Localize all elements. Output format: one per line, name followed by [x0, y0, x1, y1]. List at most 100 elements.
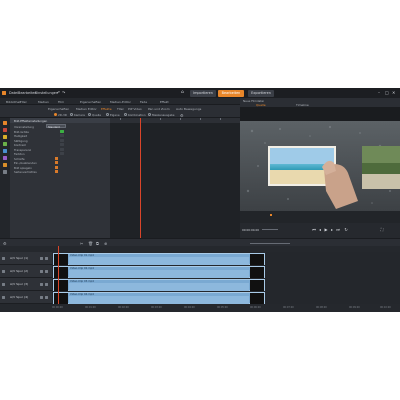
- toolbar-film[interactable]: Film: [58, 100, 64, 104]
- more-tools-icon[interactable]: [3, 170, 7, 174]
- audio-tool-icon[interactable]: [3, 149, 7, 153]
- track-lock-icon[interactable]: [2, 269, 5, 273]
- skip-back-icon[interactable]: ⏮: [312, 228, 316, 232]
- track-lock-icon[interactable]: [2, 295, 5, 299]
- toolbar-media[interactable]: Medien: [38, 100, 49, 104]
- toolbar-media-editor[interactable]: Medien-Editor: [110, 100, 131, 104]
- track-visibility-icon[interactable]: [40, 295, 43, 299]
- subtab-auto-motion[interactable]: Auto Bewegungs: [176, 107, 201, 111]
- toolbar-properties[interactable]: Eigenschaften: [80, 100, 101, 104]
- color-tool-icon[interactable]: [3, 128, 7, 132]
- step-back-icon[interactable]: ◂: [318, 228, 322, 232]
- radio-camera[interactable]: [70, 113, 73, 117]
- radio-source[interactable]: [88, 113, 91, 117]
- track-visibility-icon[interactable]: [40, 269, 43, 273]
- preview-title: Neue Filmdatei: [243, 98, 264, 103]
- preset-dropdown[interactable]: Standard: [46, 124, 66, 129]
- toolbar-effect[interactable]: Effekt: [160, 100, 169, 104]
- home-icon[interactable]: ⌂: [181, 90, 184, 95]
- subtab-pip-video[interactable]: PiP Video: [128, 107, 142, 111]
- crop-tool-icon[interactable]: [3, 142, 7, 146]
- toolbar-library[interactable]: Bibliothek: [6, 100, 21, 104]
- track-audio-icon[interactable]: [45, 256, 48, 260]
- clip-thumbnail-end: [250, 266, 264, 278]
- toolbar-title[interactable]: Titel: [20, 100, 26, 104]
- menu-file[interactable]: Datei: [9, 91, 18, 95]
- brightness-tool-icon[interactable]: [3, 135, 7, 139]
- transition-tool-icon[interactable]: [3, 163, 7, 167]
- subtab-pan-zoom[interactable]: Pan und Zoom: [148, 107, 170, 111]
- aspect-ratio-checkbox[interactable]: [55, 170, 58, 173]
- razor-icon[interactable]: ✂: [80, 241, 83, 246]
- subtab-title[interactable]: Titel: [117, 107, 123, 111]
- radio-mask-output[interactable]: [148, 113, 151, 117]
- undo-icon[interactable]: ↶: [57, 90, 60, 95]
- menu-edit[interactable]: Bearbeiten: [18, 91, 37, 95]
- timeline-settings-icon[interactable]: ⚙: [3, 241, 7, 246]
- radio-2d-3d[interactable]: [54, 113, 57, 117]
- redo-icon[interactable]: ↷: [62, 90, 65, 95]
- track-name: A/V Spur (3): [10, 282, 29, 286]
- timeline-clip[interactable]: Video-Clip 03.mp4: [53, 278, 265, 291]
- loop-icon[interactable]: ↻: [344, 228, 348, 232]
- effects-tool-icon[interactable]: [3, 121, 7, 125]
- saturation-slider[interactable]: [60, 138, 64, 142]
- fullscreen-icon[interactable]: ⛶: [380, 228, 384, 232]
- tab-import[interactable]: Importieren: [190, 89, 216, 97]
- track-visibility-icon[interactable]: [40, 256, 43, 260]
- tab-edit[interactable]: Bearbeiten: [218, 89, 244, 97]
- brightness-slider[interactable]: [60, 134, 64, 137]
- skip-forward-icon[interactable]: ⏭: [336, 228, 340, 232]
- keyframe-ruler[interactable]: [110, 118, 240, 123]
- mirror-checkbox[interactable]: [55, 165, 58, 169]
- subtab-effects[interactable]: Effekte: [101, 107, 112, 111]
- tab-export[interactable]: Exportieren: [248, 89, 274, 97]
- track-audio-icon[interactable]: [45, 269, 48, 273]
- track-lock-icon[interactable]: [2, 256, 5, 260]
- timeline-bottom-ruler[interactable]: 00:00:00 00:01:00 00:02:00 00:03:00 00:0…: [0, 304, 400, 312]
- play-icon[interactable]: ▶: [324, 228, 328, 232]
- subtab-media-editor[interactable]: Medien Editor: [76, 107, 97, 111]
- contrast-slider[interactable]: [60, 143, 64, 146]
- track-audio-icon[interactable]: [45, 282, 48, 286]
- timeline-playhead[interactable]: [58, 246, 59, 304]
- radio-combination[interactable]: [124, 113, 127, 117]
- maximize-icon[interactable]: □: [385, 90, 389, 95]
- timeline-clip[interactable]: Video-Clip 04.mp4: [53, 291, 265, 304]
- clip-label: Video-Clip 03.mp4: [70, 280, 94, 283]
- keyframe-playhead[interactable]: [140, 118, 141, 238]
- image-size-slider[interactable]: [60, 129, 64, 133]
- settings-gear-icon[interactable]: ⚙: [180, 113, 184, 118]
- close-icon[interactable]: ✕: [392, 90, 395, 95]
- hue-slider[interactable]: [60, 152, 64, 155]
- sharpness-checkbox[interactable]: [55, 156, 58, 160]
- clip-label: Video-Clip 01.mp4: [70, 254, 94, 257]
- delete-icon[interactable]: 🗑: [88, 241, 93, 246]
- snap-icon[interactable]: ⧉: [96, 241, 99, 246]
- option-2d-3d-label: 2D-3D: [58, 113, 67, 118]
- zoom-icon[interactable]: ⊕: [104, 241, 107, 246]
- preview-ruler[interactable]: [240, 211, 400, 223]
- ruler-label: 00:10:00: [380, 305, 391, 309]
- menu-settings[interactable]: Einstellungen: [35, 91, 58, 95]
- track-visibility-icon[interactable]: [40, 282, 43, 286]
- toolbar-fade[interactable]: Fade: [140, 100, 147, 104]
- fade-checkbox[interactable]: [55, 161, 58, 164]
- subtab-properties[interactable]: Eigenschaften: [48, 107, 69, 111]
- minimize-icon[interactable]: –: [378, 90, 380, 95]
- transparency-slider[interactable]: [60, 147, 64, 151]
- track-lock-icon[interactable]: [2, 282, 5, 286]
- volume-slider[interactable]: [262, 229, 278, 230]
- settings-row-label: Transparenz: [14, 147, 31, 152]
- keyframe-area[interactable]: [110, 118, 240, 238]
- timeline-clip[interactable]: Video-Clip 01.mp4: [53, 252, 265, 265]
- step-forward-icon[interactable]: ▸: [330, 228, 334, 232]
- radio-custom[interactable]: [106, 113, 109, 117]
- track-audio-icon[interactable]: [45, 295, 48, 299]
- track-name: A/V Spur (4): [10, 295, 29, 299]
- settings-row-label: Bild spiegeln: [14, 165, 32, 170]
- text-tool-icon[interactable]: [3, 156, 7, 160]
- timeline-clip[interactable]: Video-Clip 02.mp4: [53, 265, 265, 278]
- video-preview[interactable]: [240, 121, 400, 211]
- timeline-zoom-slider[interactable]: [250, 242, 290, 244]
